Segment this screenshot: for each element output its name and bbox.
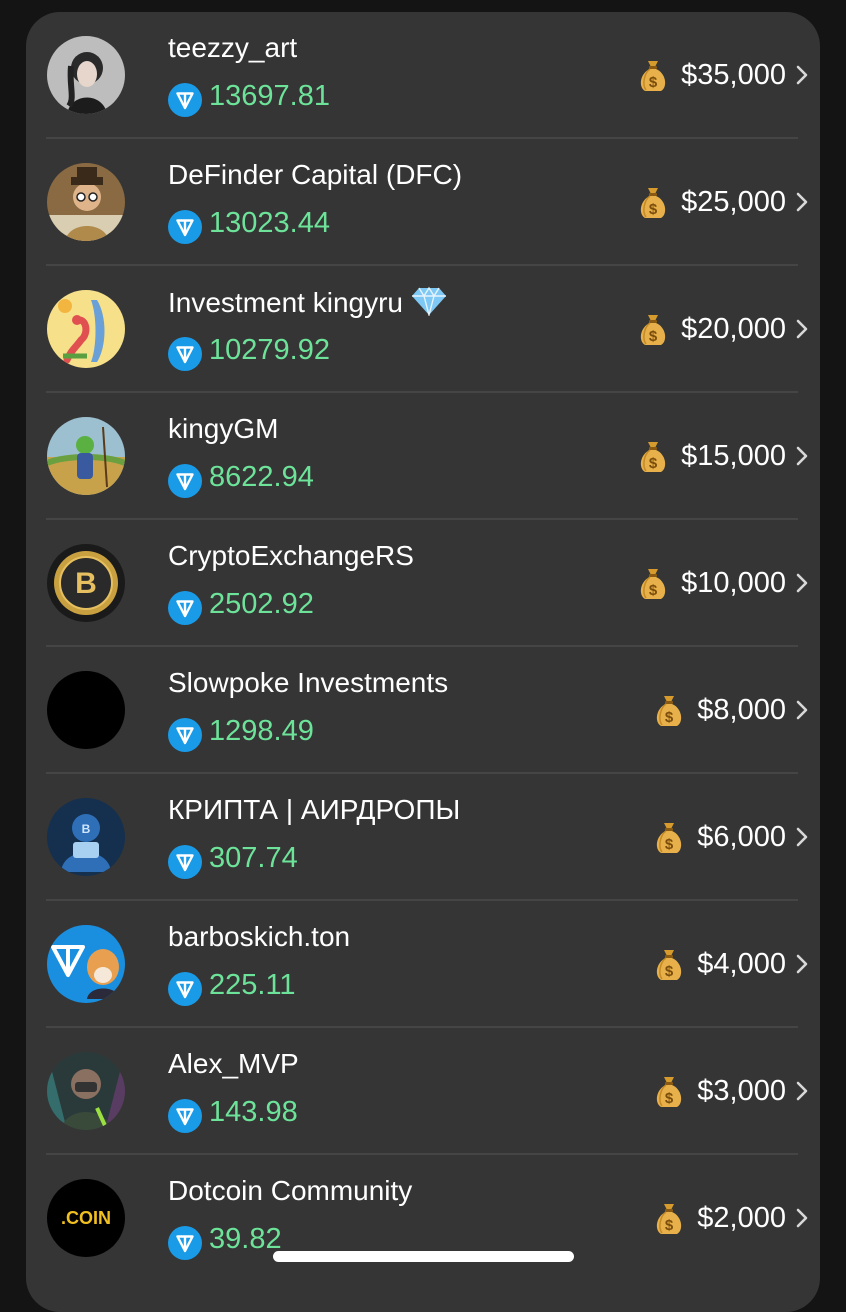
prize-value: $20,000 xyxy=(681,312,786,345)
channel-name: kingyGM xyxy=(168,413,279,444)
ton-amount: 225.11 xyxy=(209,969,296,1001)
money-bag-icon xyxy=(637,184,669,220)
ton-amount: 1298.49 xyxy=(209,715,314,747)
ton-icon xyxy=(168,718,202,752)
chevron-right-icon[interactable] xyxy=(794,191,810,213)
money-bag-icon xyxy=(653,692,685,728)
prize: $25,000 xyxy=(637,184,786,220)
avatar xyxy=(47,671,125,749)
prize: $15,000 xyxy=(637,438,786,474)
avatar: B xyxy=(47,798,125,876)
avatar: B xyxy=(47,544,125,622)
avatar xyxy=(47,290,125,368)
list-item[interactable]: B CryptoExchangeRS 2502.92 $10,000 xyxy=(26,520,820,647)
ton-amount: 8622.94 xyxy=(209,461,314,493)
avatar xyxy=(47,925,125,1003)
money-bag-icon xyxy=(637,438,669,474)
ton-icon xyxy=(168,591,202,625)
ton-icon xyxy=(168,1099,202,1133)
money-bag-icon xyxy=(653,1073,685,1109)
ton-icon xyxy=(168,83,202,117)
ton-icon xyxy=(168,1226,202,1260)
chevron-right-icon[interactable] xyxy=(794,445,810,467)
ton-amount: 143.98 xyxy=(209,1096,298,1128)
list-item[interactable]: Investment kingyru 10279.92 $20,000 xyxy=(26,266,820,393)
avatar xyxy=(47,36,125,114)
list-item[interactable]: kingyGM 8622.94 $15,000 xyxy=(26,393,820,520)
channel-name: DeFinder Capital (DFC) xyxy=(168,159,463,190)
svg-text:B: B xyxy=(82,822,91,836)
prize-value: $10,000 xyxy=(681,566,786,599)
ton-amount: 39.82 xyxy=(209,1223,282,1255)
ton-icon xyxy=(168,464,202,498)
chevron-right-icon[interactable] xyxy=(794,826,810,848)
prize-value: $6,000 xyxy=(697,820,786,853)
list-item[interactable]: barboskich.ton 225.11 $4,000 xyxy=(26,901,820,1028)
list-item[interactable]: .COIN Dotcoin Community 39.82 $2,000 xyxy=(26,1155,820,1282)
chevron-right-icon[interactable] xyxy=(794,64,810,86)
list-item[interactable]: B КРИПТА | АИРДРОПЫ 307.74 $6,000 xyxy=(26,774,820,901)
channel-name: Dotcoin Community xyxy=(168,1175,413,1206)
prize: $2,000 xyxy=(653,1200,786,1236)
avatar xyxy=(47,163,125,241)
prize: $6,000 xyxy=(653,819,786,855)
channel-name: barboskich.ton xyxy=(168,921,351,952)
chevron-right-icon[interactable] xyxy=(794,1080,810,1102)
list-item[interactable]: Slowpoke Investments 1298.49 $8,000 xyxy=(26,647,820,774)
avatar: .COIN xyxy=(47,1179,125,1257)
prize: $8,000 xyxy=(653,692,786,728)
prize-value: $15,000 xyxy=(681,439,786,472)
list-item[interactable]: teezzy_art 13697.81 $35,000 xyxy=(26,12,820,139)
prize-value: $4,000 xyxy=(697,947,786,980)
avatar xyxy=(47,417,125,495)
prize-value: $2,000 xyxy=(697,1201,786,1234)
channel-name: CryptoExchangeRS xyxy=(168,540,414,571)
prize: $20,000 xyxy=(637,311,786,347)
chevron-right-icon[interactable] xyxy=(794,572,810,594)
prize-value: $25,000 xyxy=(681,185,786,218)
chevron-right-icon[interactable] xyxy=(794,318,810,340)
ton-amount: 307.74 xyxy=(209,842,298,874)
chevron-right-icon[interactable] xyxy=(794,1207,810,1229)
money-bag-icon xyxy=(637,57,669,93)
ton-icon xyxy=(168,337,202,371)
money-bag-icon xyxy=(653,946,685,982)
ton-icon xyxy=(168,845,202,879)
home-indicator[interactable] xyxy=(273,1251,574,1262)
chevron-right-icon[interactable] xyxy=(794,699,810,721)
prize-value: $3,000 xyxy=(697,1074,786,1107)
svg-text:B: B xyxy=(75,567,97,600)
prize: $3,000 xyxy=(653,1073,786,1109)
money-bag-icon xyxy=(637,311,669,347)
channel-name: Slowpoke Investments xyxy=(168,667,449,698)
prize: $10,000 xyxy=(637,565,786,601)
money-bag-icon xyxy=(653,819,685,855)
channel-name: КРИПТА | АИРДРОПЫ xyxy=(168,794,461,825)
prize-value: $8,000 xyxy=(697,693,786,726)
money-bag-icon xyxy=(653,1200,685,1236)
dotcoin-logo: .COIN xyxy=(60,1207,111,1228)
avatar xyxy=(47,1052,125,1130)
prize-value: $35,000 xyxy=(681,58,786,91)
list-item[interactable]: Alex_MVP 143.98 $3,000 xyxy=(26,1028,820,1155)
diamond-icon xyxy=(411,286,446,318)
money-bag-icon xyxy=(637,565,669,601)
leaderboard-panel: teezzy_art 13697.81 $35,000 DeFinder Cap… xyxy=(26,12,820,1312)
ton-amount: 2502.92 xyxy=(209,588,314,620)
list-item[interactable]: DeFinder Capital (DFC) 13023.44 $25,000 xyxy=(26,139,820,266)
ton-icon xyxy=(168,210,202,244)
ton-amount: 13697.81 xyxy=(209,80,330,112)
channel-name: teezzy_art xyxy=(168,32,298,63)
ton-amount: 10279.92 xyxy=(209,334,330,366)
prize: $4,000 xyxy=(653,946,786,982)
chevron-right-icon[interactable] xyxy=(794,953,810,975)
channel-name: Investment kingyru xyxy=(168,286,447,319)
channel-name-text: Investment kingyru xyxy=(168,287,403,318)
prize: $35,000 xyxy=(637,57,786,93)
channel-name: Alex_MVP xyxy=(168,1048,299,1079)
ton-amount: 13023.44 xyxy=(209,207,330,239)
ton-icon xyxy=(168,972,202,1006)
